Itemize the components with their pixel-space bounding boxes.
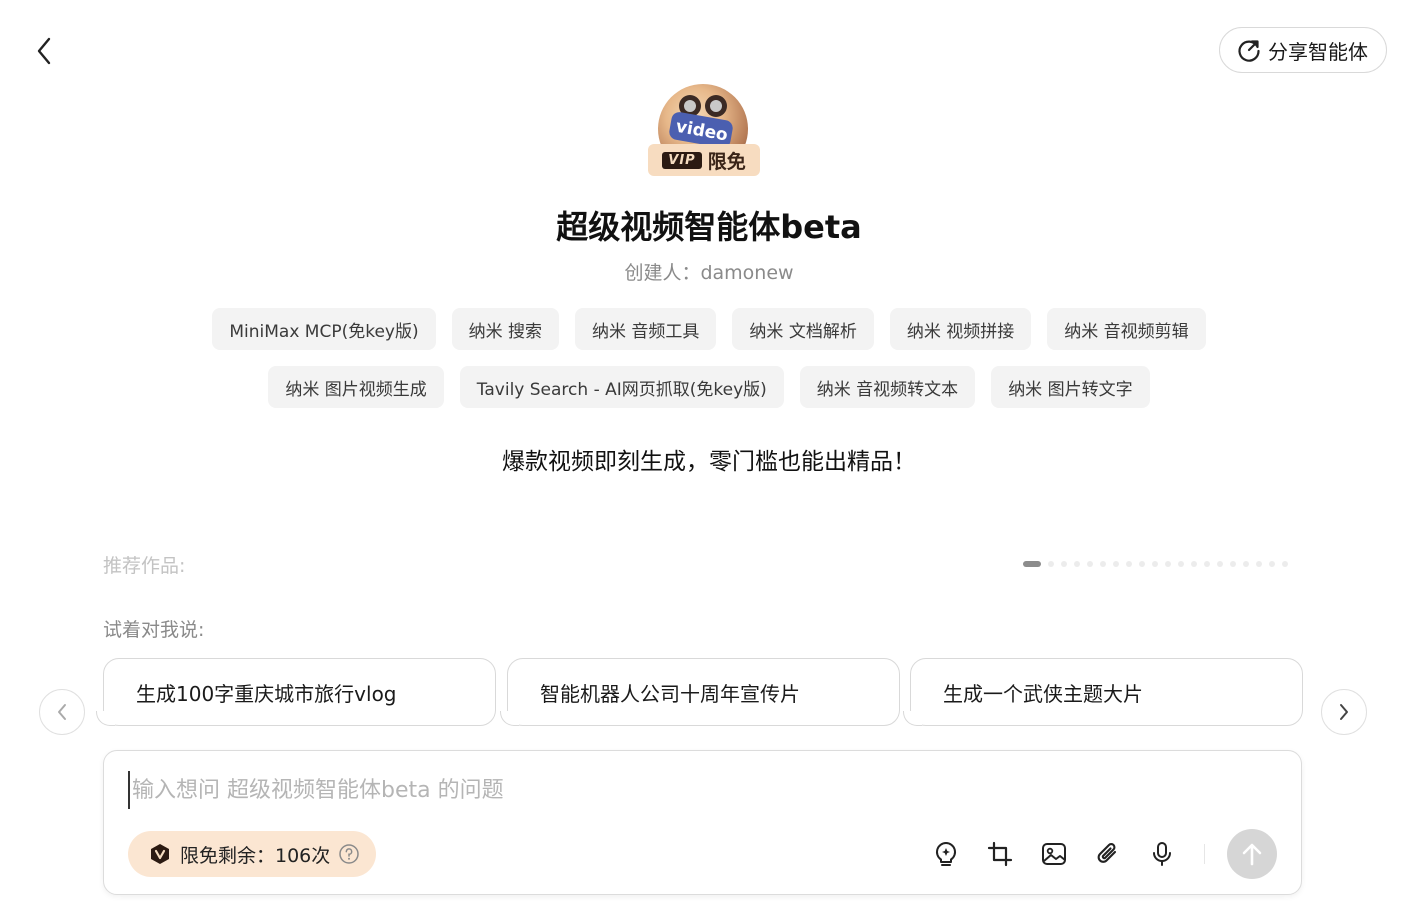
tool-tag: 纳米 视频拼接 xyxy=(889,308,1032,350)
image-icon xyxy=(1042,843,1066,865)
pagination-dot[interactable] xyxy=(1139,561,1145,567)
lightbulb-icon xyxy=(935,841,957,866)
pagination-dot[interactable] xyxy=(1165,561,1171,567)
arrow-up-icon xyxy=(1242,843,1262,866)
carousel-pagination xyxy=(1023,561,1288,567)
tool-tags-row-1: MiniMax MCP(免key版) 纳米 搜索 纳米 音频工具 纳米 文档解析… xyxy=(0,308,1418,350)
agent-slogan: 爆款视频即刻生成，零门槛也能出精品！ xyxy=(502,449,916,475)
pagination-dot[interactable] xyxy=(1230,561,1236,567)
pagination-dot[interactable] xyxy=(1126,561,1132,567)
pagination-dot[interactable] xyxy=(1269,561,1275,567)
quota-label: 限免剩余：106次 xyxy=(180,844,331,867)
tool-tag: 纳米 音视频转文本 xyxy=(799,366,976,408)
pagination-dot[interactable] xyxy=(1152,561,1158,567)
tool-tags-row-2: 纳米 图片视频生成 Tavily Search - AI网页抓取(免key版) … xyxy=(0,366,1418,408)
suggestion-card[interactable]: 智能机器人公司十周年宣传片 xyxy=(500,658,900,726)
suggestion-card[interactable]: 生成100字重庆城市旅行vlog xyxy=(96,658,496,726)
share-icon xyxy=(1238,40,1260,62)
chevron-right-icon xyxy=(1340,704,1348,720)
voice-tool-button[interactable] xyxy=(1148,840,1176,868)
agent-title: 超级视频智能体beta xyxy=(556,208,862,246)
suggestions-next-button[interactable] xyxy=(1321,689,1367,735)
send-button[interactable] xyxy=(1227,829,1277,879)
chat-input[interactable] xyxy=(128,771,1234,809)
pagination-dot[interactable] xyxy=(1048,561,1054,567)
tool-tag: 纳米 音视频剪辑 xyxy=(1047,308,1206,350)
share-label: 分享智能体 xyxy=(1268,39,1368,64)
idea-tool-button[interactable] xyxy=(932,840,960,868)
pagination-dot[interactable] xyxy=(1074,561,1080,567)
image-tool-button[interactable] xyxy=(1040,840,1068,868)
tool-tag: 纳米 图片转文字 xyxy=(991,366,1150,408)
back-button[interactable] xyxy=(28,34,60,68)
microphone-icon xyxy=(1153,842,1171,866)
chevron-left-icon xyxy=(58,704,66,720)
chat-input-box: 限免剩余：106次 xyxy=(103,750,1302,895)
pagination-dot[interactable] xyxy=(1282,561,1288,567)
suggestions-prev-button[interactable] xyxy=(39,689,85,735)
share-agent-button[interactable]: 分享智能体 xyxy=(1219,27,1387,73)
pagination-dot[interactable] xyxy=(1023,561,1041,567)
tool-tag: 纳米 搜索 xyxy=(451,308,560,350)
toolbar-divider xyxy=(1204,844,1205,864)
tool-tag: MiniMax MCP(免key版) xyxy=(212,308,436,350)
pagination-dot[interactable] xyxy=(1113,561,1119,567)
try-label: 试着对我说: xyxy=(103,619,205,641)
pagination-dot[interactable] xyxy=(1100,561,1106,567)
vip-label: 限免 xyxy=(707,150,746,173)
pagination-dot[interactable] xyxy=(1087,561,1093,567)
vip-badge: VIP 限免 xyxy=(648,144,760,176)
tool-tag: 纳米 图片视频生成 xyxy=(268,366,444,408)
agent-avatar: video VIP 限免 xyxy=(648,84,760,178)
pagination-dot[interactable] xyxy=(1061,561,1067,567)
pagination-dot[interactable] xyxy=(1256,561,1262,567)
pagination-dot[interactable] xyxy=(1217,561,1223,567)
free-quota-badge: 限免剩余：106次 xyxy=(128,831,377,877)
chevron-left-icon xyxy=(37,37,51,65)
vip-shield-icon xyxy=(151,844,169,864)
pagination-dot[interactable] xyxy=(1204,561,1210,567)
attach-tool-button[interactable] xyxy=(1094,840,1122,868)
suggestion-card[interactable]: 生成一个武侠主题大片 xyxy=(903,658,1303,726)
pagination-dot[interactable] xyxy=(1191,561,1197,567)
tool-tag: Tavily Search - AI网页抓取(免key版) xyxy=(459,366,784,408)
help-icon[interactable] xyxy=(338,843,360,865)
agent-creator: 创建人：damonew xyxy=(624,262,794,284)
crop-icon xyxy=(987,841,1013,867)
tool-tag: 纳米 文档解析 xyxy=(732,308,874,350)
paperclip-icon xyxy=(1097,843,1117,863)
input-toolbar xyxy=(906,829,1277,879)
pagination-dot[interactable] xyxy=(1243,561,1249,567)
recommend-label: 推荐作品: xyxy=(103,555,186,577)
pagination-dot[interactable] xyxy=(1178,561,1184,567)
crop-tool-button[interactable] xyxy=(986,840,1014,868)
tool-tag: 纳米 音频工具 xyxy=(575,308,717,350)
vip-tag: VIP xyxy=(662,151,702,169)
